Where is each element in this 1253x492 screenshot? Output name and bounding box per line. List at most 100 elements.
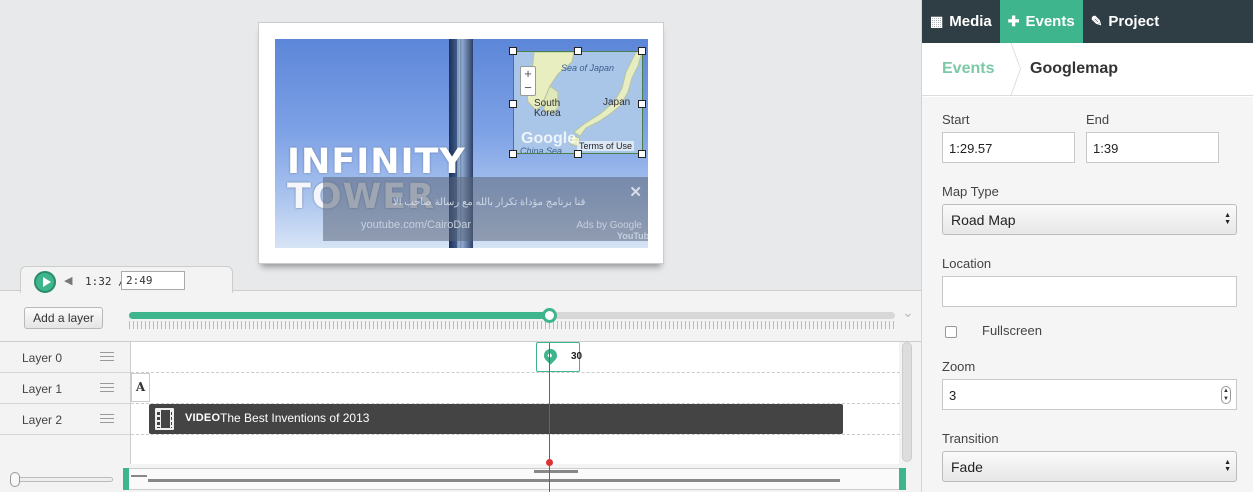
overview-left-handle[interactable] — [123, 468, 129, 490]
playhead-line[interactable] — [549, 343, 550, 492]
track-layer-2[interactable]: VIDEO The Best Inventions of 2013 — [131, 404, 900, 435]
resize-handle-sw[interactable] — [509, 150, 517, 158]
overview-right-handle[interactable] — [899, 468, 906, 490]
tab-events-label: Events — [1025, 13, 1075, 30]
event-form: Start 1:29.57 End 1:39 Map Type Road Map… — [922, 97, 1253, 492]
end-input[interactable]: 1:39 — [1086, 132, 1219, 163]
film-strip-icon — [155, 408, 174, 430]
layers-area: Layer 0 Layer 1 Layer 2 30 A VIDEO The B… — [0, 341, 921, 464]
ad-close-icon[interactable]: ✕ — [629, 183, 642, 201]
text-track-event[interactable]: A — [131, 373, 150, 402]
current-time-value: 1:32 — [85, 275, 112, 288]
volume-icon[interactable]: ◀ — [64, 274, 72, 287]
chevron-down-icon[interactable]: ⌄ — [902, 304, 914, 321]
end-label: End — [1086, 112, 1110, 127]
map-label-south-korea: South Korea — [534, 98, 561, 119]
tab-project[interactable]: ✎ Project — [1083, 0, 1168, 43]
track-layer-0[interactable]: 30 — [131, 342, 900, 373]
map-zoom-out-button[interactable]: − — [521, 81, 535, 95]
vertical-scrollbar[interactable] — [902, 342, 912, 462]
timeline: ◀ 1:32 / 2:49 Add a layer ⌄ Layer 0 Laye… — [0, 266, 921, 492]
playback-controls: ◀ 1:32 / 2:49 — [20, 266, 233, 293]
track-container: 30 A VIDEO The Best Inventions of 2013 — [130, 342, 900, 464]
layer-name: Layer 2 — [22, 413, 63, 427]
scrubber-ticks — [129, 321, 895, 329]
tab-media[interactable]: ▦ Media — [922, 0, 1000, 43]
map-label-japan: Japan — [603, 97, 631, 108]
fullscreen-label: Fullscreen — [982, 323, 1042, 338]
map-type-select[interactable]: Road Map ▲ ▼ — [942, 204, 1237, 235]
layer-label-1[interactable]: Layer 1 — [0, 373, 130, 404]
zoom-label: Zoom — [942, 359, 976, 374]
overview-event-mark — [131, 475, 147, 477]
edit-icon: ✎ — [1090, 13, 1103, 29]
resize-handle-e[interactable] — [638, 100, 646, 108]
resize-handle-ne[interactable] — [638, 47, 646, 55]
ad-url[interactable]: youtube.com/CairoDar — [361, 219, 471, 231]
map-pin-icon — [541, 346, 560, 365]
map-label-sea-of-japan: Sea of Japan — [561, 63, 615, 73]
zoom-slider-track[interactable] — [12, 477, 113, 482]
breadcrumb-current: Googlemap — [1030, 60, 1119, 77]
scrubber-progress — [129, 312, 551, 319]
transition-value: Fade — [951, 459, 983, 475]
googlemap-track-event[interactable]: 30 — [536, 342, 583, 372]
map-type-label: Map Type — [942, 184, 999, 199]
overview-event-mark — [148, 479, 840, 482]
resize-handle-w[interactable] — [509, 100, 517, 108]
drag-handle-icon[interactable] — [100, 383, 114, 393]
zoom-input[interactable]: 3 ▲ ▼ — [942, 379, 1237, 410]
plus-icon: ✚ — [1007, 13, 1020, 29]
track-layer-1[interactable]: A — [131, 373, 900, 404]
map-zoom-in-button[interactable]: + — [521, 67, 535, 81]
editor-panel: ▦ Media ✚ Events ✎ Project Events Google… — [921, 0, 1253, 492]
breadcrumb: Events Googlemap — [922, 43, 1253, 96]
ad-attribution: Ads by Google — [576, 220, 642, 231]
preview-frame: INFINITY TOWER ✕ قنا برنامج مؤداة تكرار … — [258, 22, 664, 264]
duration-input[interactable]: 2:49 — [121, 271, 185, 290]
breadcrumb-events-link[interactable]: Events — [942, 60, 994, 78]
transition-label: Transition — [942, 431, 999, 446]
transition-select[interactable]: Fade ▲ ▼ — [942, 451, 1237, 482]
tab-media-label: Media — [949, 13, 992, 30]
video-track-event[interactable]: VIDEO The Best Inventions of 2013 — [149, 404, 843, 434]
layer-label-0[interactable]: Layer 0 — [0, 342, 130, 373]
map-zoom-control[interactable]: + − — [520, 66, 536, 96]
add-layer-button[interactable]: Add a layer — [24, 307, 103, 329]
video-event-title: The Best Inventions of 2013 — [220, 411, 370, 425]
ad-overlay[interactable]: ✕ قنا برنامج مؤداة تكرار بالله مع رسالة … — [323, 177, 648, 241]
video-title-line1: INFINITY — [287, 142, 466, 182]
location-input[interactable] — [942, 276, 1237, 307]
zoom-slider-knob[interactable] — [10, 472, 20, 487]
location-label: Location — [942, 256, 992, 271]
map-terms-link[interactable]: Terms of Use — [577, 141, 635, 151]
layer-name: Layer 0 — [22, 351, 63, 365]
select-arrows-icon: ▲ ▼ — [1224, 212, 1231, 226]
ad-text: قنا برنامج مؤداة تكرار بالله مع رسالة صا… — [393, 197, 586, 208]
scrubber-track[interactable] — [129, 312, 895, 319]
layer-label-2[interactable]: Layer 2 — [0, 404, 130, 435]
select-arrows-icon: ▲ ▼ — [1224, 459, 1231, 473]
playhead-marker[interactable] — [546, 459, 553, 466]
resize-handle-n[interactable] — [574, 47, 582, 55]
video-preview[interactable]: INFINITY TOWER ✕ قنا برنامج مؤداة تكرار … — [275, 39, 648, 248]
googlemap-event-number: 30 — [571, 351, 583, 362]
start-input[interactable]: 1:29.57 — [942, 132, 1075, 163]
start-label: Start — [942, 112, 970, 127]
zoom-stepper-icon[interactable]: ▲ ▼ — [1221, 386, 1231, 404]
film-icon: ▦ — [930, 13, 944, 29]
breadcrumb-separator — [1010, 43, 1011, 96]
play-button[interactable] — [34, 271, 56, 293]
resize-handle-se[interactable] — [638, 150, 646, 158]
fullscreen-checkbox[interactable] — [945, 326, 957, 338]
youtube-logo: YouTube — [617, 231, 648, 241]
resize-handle-s[interactable] — [574, 150, 582, 158]
video-event-type: VIDEO — [185, 412, 221, 424]
panel-tabs: ▦ Media ✚ Events ✎ Project — [922, 0, 1253, 43]
googlemap-event[interactable]: + − Sea of Japan South Korea Japan China… — [513, 51, 643, 154]
drag-handle-icon[interactable] — [100, 352, 114, 362]
drag-handle-icon[interactable] — [100, 414, 114, 424]
resize-handle-nw[interactable] — [509, 47, 517, 55]
tab-events[interactable]: ✚ Events — [999, 0, 1083, 43]
stage-area: INFINITY TOWER ✕ قنا برنامج مؤداة تكرار … — [0, 0, 921, 290]
